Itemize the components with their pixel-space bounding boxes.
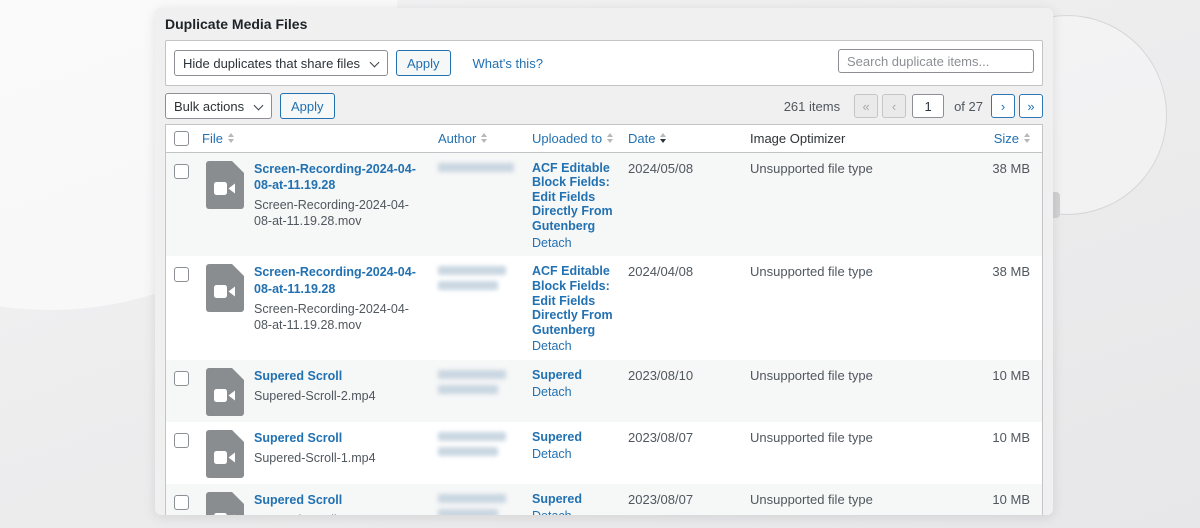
bulk-actions-select-wrap: Bulk actions <box>165 93 272 119</box>
column-header-image-optimizer: Image Optimizer <box>744 125 944 153</box>
file-name: Supered-Scroll.mp4 <box>254 512 426 515</box>
total-pages-label: of 27 <box>954 98 983 114</box>
sort-arrows-icon <box>660 133 667 144</box>
row-checkbox[interactable] <box>174 267 189 283</box>
page-title: Duplicate Media Files <box>165 16 308 32</box>
file-name: Supered-Scroll-2.mp4 <box>254 389 376 404</box>
table-row: Screen-Recording-2024-04-08-at-11.19.28 … <box>166 256 1042 360</box>
duplicate-filter-select[interactable]: Hide duplicates that share files <box>174 50 388 76</box>
duplicates-table: File Author Uploaded to Date Image Optim… <box>165 124 1043 515</box>
author-cell <box>432 484 526 515</box>
table-row: Screen-Recording-2024-04-08-at-11.19.28 … <box>166 152 1042 257</box>
table-header-row: File Author Uploaded to Date Image Optim… <box>166 125 1042 153</box>
pagination: 261 items « ‹ of 27 › » <box>784 94 1043 118</box>
video-file-icon <box>206 160 244 209</box>
last-page-button[interactable]: » <box>1019 94 1043 118</box>
row-checkbox[interactable] <box>174 371 189 387</box>
whats-this-link[interactable]: What's this? <box>473 56 543 71</box>
sort-arrows-icon <box>607 133 614 144</box>
column-header-uploaded-to[interactable]: Uploaded to <box>526 125 622 153</box>
row-checkbox[interactable] <box>174 163 189 179</box>
column-header-author[interactable]: Author <box>432 125 526 153</box>
size-cell: 10 MB <box>992 492 1030 507</box>
next-page-button[interactable]: › <box>991 94 1015 118</box>
prev-page-button[interactable]: ‹ <box>882 94 907 118</box>
author-cell <box>432 360 526 422</box>
date-cell: 2024/04/08 <box>628 264 694 280</box>
optimizer-cell: Unsupported file type <box>750 430 873 445</box>
search-input[interactable] <box>838 49 1034 73</box>
detach-link[interactable]: Detach <box>532 509 620 515</box>
size-cell: 38 MB <box>992 160 1030 176</box>
redacted-author <box>438 264 520 291</box>
detach-link[interactable]: Detach <box>532 447 620 462</box>
optimizer-cell: Unsupported file type <box>750 368 873 383</box>
optimizer-cell: Unsupported file type <box>750 264 873 280</box>
duplicate-media-panel: Duplicate Media Files Hide duplicates th… <box>155 8 1053 515</box>
redacted-author <box>438 368 520 394</box>
redacted-author <box>438 430 520 456</box>
file-title-link[interactable]: Screen-Recording-2024-04-08-at-11.19.28 <box>254 264 426 297</box>
current-page-input[interactable] <box>912 94 945 118</box>
optimizer-cell: Unsupported file type <box>750 160 873 176</box>
column-header-size[interactable]: Size <box>944 125 1042 153</box>
row-checkbox[interactable] <box>174 495 189 511</box>
column-header-date[interactable]: Date <box>622 125 744 153</box>
date-cell: 2023/08/10 <box>628 368 694 383</box>
sort-arrows-icon <box>481 133 488 144</box>
detach-link[interactable]: Detach <box>532 385 620 400</box>
file-name: Screen-Recording-2024-04-08-at-11.19.28.… <box>254 198 409 229</box>
file-title-link[interactable]: Supered Scroll <box>254 492 426 508</box>
redacted-author <box>438 492 520 515</box>
table-row: Supered Scroll Supered-Scroll-2.mp4 Supe… <box>166 360 1042 422</box>
detach-link[interactable]: Detach <box>532 236 620 251</box>
date-cell: 2023/08/07 <box>628 430 694 445</box>
video-file-icon <box>206 264 244 313</box>
video-file-icon <box>206 430 244 478</box>
uploaded-to-link[interactable]: Supered <box>532 430 620 445</box>
video-file-icon <box>206 368 244 416</box>
sort-arrows-icon <box>227 133 234 144</box>
duplicate-filter-select-wrap: Hide duplicates that share files <box>174 50 388 76</box>
filter-apply-button[interactable]: Apply <box>396 50 451 76</box>
file-title-link[interactable]: Screen-Recording-2024-04-08-at-11.19.28 <box>254 161 426 194</box>
table-row: Supered Scroll Supered-Scroll.mp4 Supere… <box>166 484 1042 515</box>
date-cell: 2024/05/08 <box>628 160 694 176</box>
table-nav: Bulk actions Apply 261 items « ‹ of 27 ›… <box>165 93 1043 119</box>
first-page-button[interactable]: « <box>854 94 879 118</box>
sort-arrows-icon <box>1024 133 1030 144</box>
file-title-link[interactable]: Supered Scroll <box>254 430 426 446</box>
items-count: 261 items <box>783 98 841 114</box>
detach-link[interactable]: Detach <box>532 339 620 354</box>
file-name: Screen-Recording-2024-04-08-at-11.19.28.… <box>254 301 409 332</box>
uploaded-to-link[interactable]: Supered <box>532 492 620 507</box>
bulk-actions-select[interactable]: Bulk actions <box>165 93 272 119</box>
video-file-icon <box>206 492 244 515</box>
size-cell: 10 MB <box>992 368 1030 383</box>
filter-bar: Hide duplicates that share files Apply W… <box>165 40 1043 86</box>
author-cell <box>432 422 526 484</box>
file-name: Supered-Scroll-1.mp4 <box>254 451 376 466</box>
row-checkbox[interactable] <box>174 433 189 449</box>
file-title-link[interactable]: Supered Scroll <box>254 368 426 384</box>
date-cell: 2023/08/07 <box>628 492 694 507</box>
column-header-file[interactable]: File <box>196 125 432 153</box>
table-row: Supered Scroll Supered-Scroll-1.mp4 Supe… <box>166 422 1042 484</box>
size-cell: 10 MB <box>992 430 1030 445</box>
bulk-apply-button[interactable]: Apply <box>280 93 335 119</box>
redacted-author <box>438 161 520 172</box>
select-all-checkbox[interactable] <box>174 131 189 147</box>
optimizer-cell: Unsupported file type <box>750 492 873 507</box>
author-cell <box>432 152 526 256</box>
uploaded-to-link[interactable]: ACF Editable Block Fields: Edit Fields D… <box>532 264 620 337</box>
uploaded-to-link[interactable]: ACF Editable Block Fields: Edit Fields D… <box>532 161 620 234</box>
uploaded-to-link[interactable]: Supered <box>532 368 620 383</box>
size-cell: 38 MB <box>992 264 1030 280</box>
author-cell <box>432 256 526 360</box>
